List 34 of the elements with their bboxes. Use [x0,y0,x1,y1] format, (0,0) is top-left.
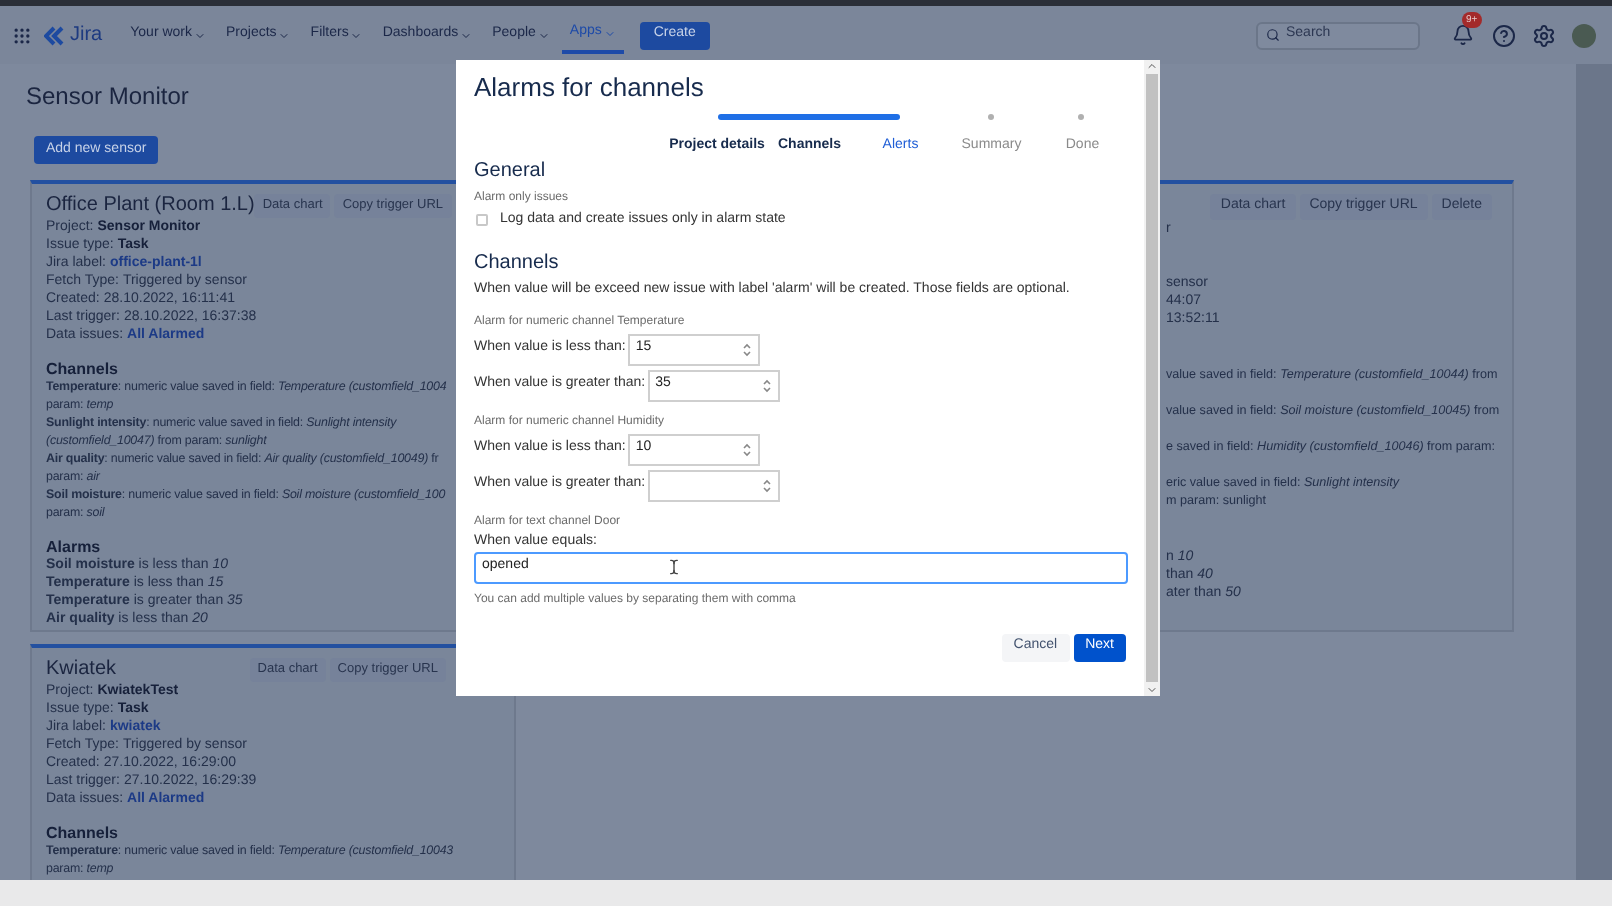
scroll-up-icon[interactable] [1146,60,1158,72]
sensor-name: Kwiatek [46,657,119,682]
settings-icon[interactable] [1532,23,1556,47]
dialog-title: Alarms for channels [474,72,704,104]
logo-icon [44,25,64,45]
spinner-arrows-icon[interactable] [741,341,752,357]
chevron-down-icon [603,27,616,39]
checkbox[interactable] [476,213,488,226]
page-scrollbar[interactable] [1576,64,1612,880]
logo-text[interactable]: Jira [70,20,103,50]
section-heading: Channels [474,252,559,276]
chevron-down-icon [460,29,473,41]
number-field[interactable] [647,469,780,501]
section-heading: General [474,159,546,183]
spinner-arrows-icon[interactable] [761,477,772,493]
chevron-down-icon [350,29,363,41]
avatar[interactable] [1572,23,1596,47]
page-title: Sensor Monitor [26,82,189,112]
scroll-down-icon[interactable] [1146,684,1158,696]
search-icon [1266,28,1280,42]
spinner-arrows-icon[interactable] [761,377,772,393]
chevron-down-icon [278,29,291,41]
sensor-name: Office Plant (Room 1.L) [46,193,255,218]
scrollbar[interactable] [1144,60,1160,696]
text-cursor-icon [666,558,682,576]
spinner-arrows-icon[interactable] [741,441,752,457]
help-icon[interactable] [1492,23,1516,47]
section-heading: Channels [46,823,119,842]
app-switcher-icon[interactable] [12,25,32,45]
section-heading: Channels [46,359,119,378]
chevron-down-icon [194,29,206,41]
notification-icon[interactable] [1452,24,1474,46]
chevron-down-icon [537,29,550,41]
section-heading: Alarms [46,537,101,556]
